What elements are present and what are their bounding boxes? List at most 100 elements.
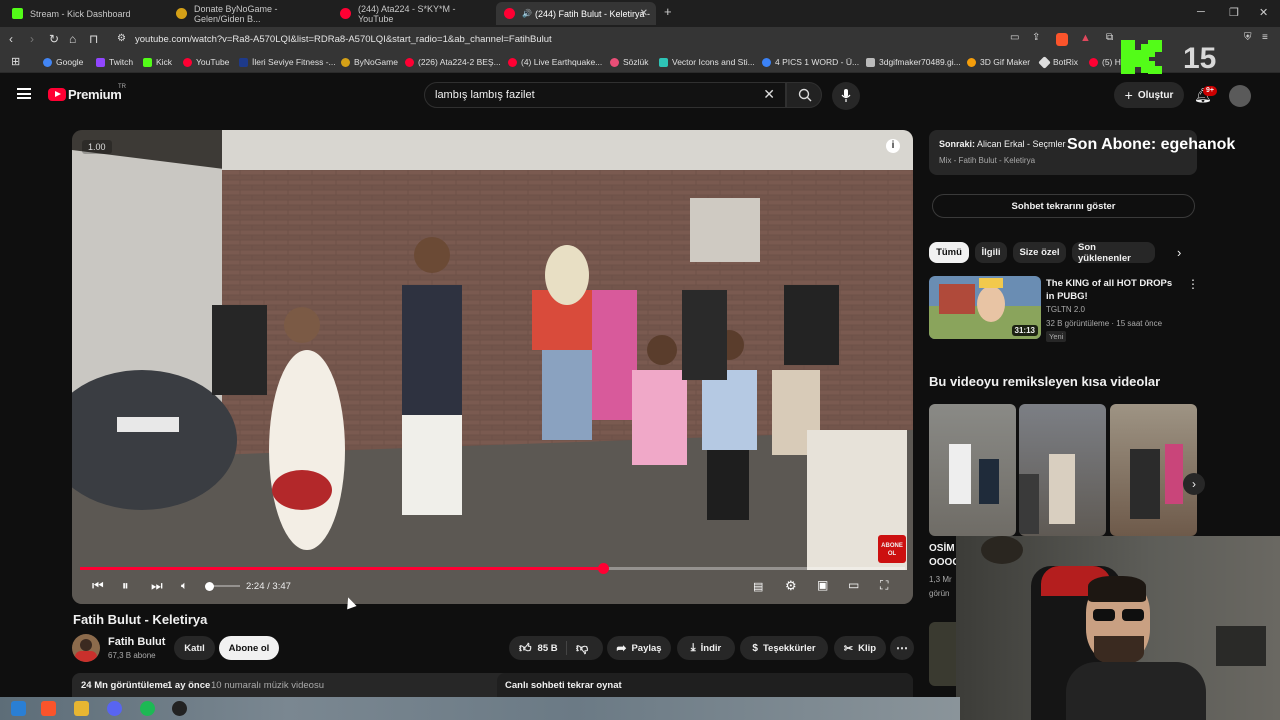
- scissors-icon: ✂: [843, 642, 854, 655]
- like-icon[interactable]: 👍︎: [519, 641, 532, 656]
- dislike-icon[interactable]: 👎︎: [576, 641, 588, 656]
- chip-for-you[interactable]: Size özel: [1013, 242, 1066, 263]
- channel-name[interactable]: Fatih Bulut: [108, 636, 165, 648]
- progress-scrubber[interactable]: [598, 563, 610, 574]
- bookmark-botrix[interactable]: BotRix: [1038, 55, 1078, 69]
- bookmark-fitness[interactable]: İleri Seviye Fitness -...: [239, 57, 336, 67]
- bookmark-3d-gif-maker[interactable]: 3D Gif Maker: [967, 57, 1030, 67]
- theater-mode-icon[interactable]: ▭: [848, 578, 859, 592]
- home-icon[interactable]: ⌂: [69, 32, 76, 46]
- join-button[interactable]: Katıl: [174, 636, 215, 660]
- bookmark-ata224[interactable]: (226) Ata224-2 BEŞ...: [405, 57, 501, 67]
- short-thumbnail-1[interactable]: [929, 404, 1016, 536]
- close-window-icon[interactable]: ✕: [1259, 6, 1268, 19]
- bookmark-youtube[interactable]: YouTube: [183, 57, 229, 67]
- windows-start-icon[interactable]: [11, 701, 26, 716]
- settings-icon[interactable]: ⚙: [785, 578, 797, 594]
- bookmark-bynogame[interactable]: ByNoGame: [341, 57, 398, 67]
- chip-all[interactable]: Tümü: [929, 242, 969, 263]
- youtube-icon: [183, 57, 192, 67]
- hamburger-menu-icon[interactable]: [17, 88, 31, 99]
- short-thumbnail-2[interactable]: [1019, 404, 1106, 536]
- back-icon[interactable]: ‹: [9, 32, 13, 46]
- chat-replay-panel[interactable]: Canlı sohbeti tekrar oynat: [497, 673, 913, 697]
- obs-icon[interactable]: [172, 701, 187, 716]
- channel-avatar[interactable]: [72, 634, 100, 662]
- volume-knob[interactable]: [205, 581, 215, 591]
- short-thumbnail-3[interactable]: [1110, 404, 1197, 536]
- minimize-icon[interactable]: ─: [1197, 6, 1205, 18]
- bookmark-kick[interactable]: Kick: [143, 57, 172, 67]
- bookmark-sozluk[interactable]: Sözlük: [610, 57, 649, 67]
- youtube-premium-logo[interactable]: Premium: [68, 87, 122, 102]
- show-chat-replay-button[interactable]: Sohbet tekrarını göster: [932, 194, 1195, 218]
- tab-youtube-active[interactable]: 🔊 (244) Fatih Bulut - Keletirya - ✕: [496, 2, 656, 25]
- reload-icon[interactable]: ↻: [49, 32, 59, 46]
- site-info-icon[interactable]: ⚙: [117, 33, 126, 44]
- bookmark-earthquake[interactable]: (4) Live Earthquake...: [508, 57, 602, 67]
- fullscreen-icon[interactable]: ⛶: [880, 578, 888, 593]
- share-icon[interactable]: ⇪: [1032, 32, 1040, 43]
- bookmark-4pics[interactable]: 4 PICS 1 WORD - Ü...: [762, 57, 859, 67]
- cast-icon[interactable]: ▭: [1010, 32, 1019, 43]
- partial-thumbnail[interactable]: [929, 622, 956, 686]
- vpn-icon[interactable]: ⛨: [1244, 32, 1252, 43]
- recommended-title[interactable]: The KING of all HOT DROPs in PUBG!: [1046, 277, 1176, 303]
- tab-youtube-ata224[interactable]: (244) Ata224 - S*KY*M - YouTube: [332, 2, 492, 25]
- volume-slider[interactable]: [205, 581, 240, 591]
- bookmark-google[interactable]: Google: [43, 57, 83, 67]
- close-tab-icon[interactable]: ✕: [640, 8, 648, 19]
- youtube-logo-icon[interactable]: [48, 88, 66, 101]
- menu-icon[interactable]: ≡: [1262, 32, 1268, 43]
- search-button[interactable]: [786, 82, 822, 108]
- clear-search-icon[interactable]: ✕: [763, 86, 775, 103]
- brave-browser-icon[interactable]: [41, 701, 56, 716]
- recommended-thumbnail[interactable]: 31:13: [929, 276, 1041, 339]
- create-button[interactable]: + Oluştur: [1114, 82, 1184, 108]
- bookmark-twitch[interactable]: Twitch: [96, 57, 133, 67]
- chip-recent[interactable]: Son yüklenenler: [1072, 242, 1155, 264]
- rewards-icon[interactable]: ▲: [1080, 32, 1091, 44]
- tab-kick-dashboard[interactable]: Stream - Kick Dashboard: [4, 2, 164, 25]
- share-button[interactable]: ➦ Paylaş: [607, 636, 671, 660]
- bookmark-icon[interactable]: ⊓: [89, 32, 98, 46]
- download-button[interactable]: ⤓ İndir: [677, 636, 735, 660]
- restore-icon[interactable]: ❐: [1229, 6, 1239, 19]
- tab-bynogame[interactable]: Donate ByNoGame - Gelen/Giden B...: [168, 2, 328, 25]
- url-field[interactable]: youtube.com/watch?v=Ra8-A570LQI&list=RDR…: [135, 34, 552, 45]
- avatar[interactable]: [1229, 85, 1251, 107]
- file-explorer-icon[interactable]: [74, 701, 89, 716]
- spotify-icon[interactable]: [140, 701, 155, 716]
- info-icon[interactable]: i: [886, 139, 900, 153]
- more-options-icon[interactable]: ⋮: [1187, 277, 1199, 291]
- video-duration: 31:13: [1011, 325, 1038, 336]
- chips-next-icon[interactable]: ›: [1177, 245, 1181, 260]
- subscribe-button[interactable]: Abone ol: [219, 636, 279, 660]
- new-tab-button[interactable]: +: [664, 4, 672, 19]
- search-input[interactable]: lambış lambış fazilet ✕: [424, 82, 786, 108]
- bookmark-vector-icons[interactable]: Vector Icons and Sti...: [659, 57, 755, 67]
- voice-search-button[interactable]: [832, 82, 860, 110]
- subscribe-watermark[interactable]: ABONE OL: [878, 535, 906, 563]
- apps-icon[interactable]: ⊞: [11, 55, 20, 68]
- progress-bar[interactable]: [80, 563, 905, 574]
- shorts-next-icon[interactable]: ›: [1183, 473, 1205, 495]
- next-icon[interactable]: ⏭: [151, 578, 163, 594]
- miniplayer-icon[interactable]: ▣: [817, 578, 828, 592]
- clip-button[interactable]: ✂ Klip: [834, 636, 886, 660]
- previous-icon[interactable]: ⏮: [92, 578, 104, 594]
- pause-icon[interactable]: ⏸: [122, 578, 129, 594]
- forward-icon[interactable]: ›: [30, 32, 34, 46]
- discord-icon[interactable]: [107, 701, 122, 716]
- video-player[interactable]: 1.00 i ABONE OL ⏮ ⏸ ⏭ 🔈︎ 2:24 / 3:47 ▤ ⚙…: [72, 130, 913, 604]
- recommended-channel[interactable]: TGLTN 2.0: [1046, 305, 1085, 314]
- subtitles-icon[interactable]: ▤: [753, 580, 763, 593]
- volume-icon[interactable]: 🔈︎: [181, 580, 188, 593]
- brave-shield-icon[interactable]: [1056, 33, 1068, 46]
- thanks-button[interactable]: $ Teşekkürler: [740, 636, 828, 660]
- extensions-icon[interactable]: ⧉: [1106, 32, 1113, 43]
- more-actions-icon[interactable]: ⋯: [890, 636, 914, 660]
- bookmark-3dgifmaker[interactable]: 3dgifmaker70489.gi...: [866, 57, 961, 67]
- like-count[interactable]: 85 B: [538, 643, 558, 654]
- chip-related[interactable]: İlgili: [975, 242, 1007, 263]
